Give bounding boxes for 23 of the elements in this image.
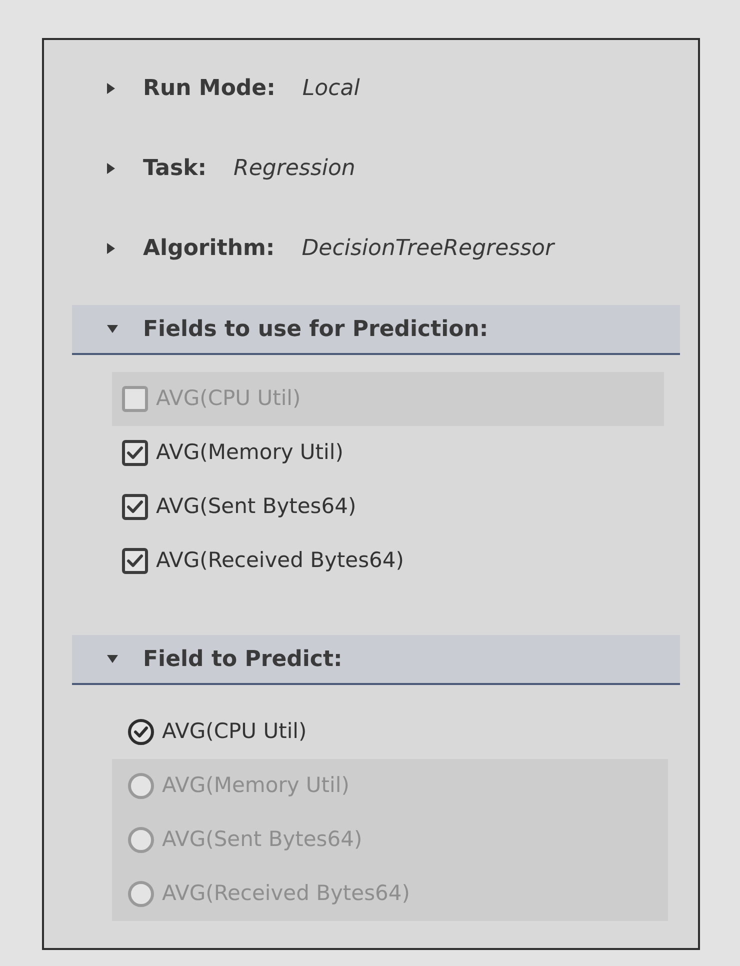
option-label[interactable]: AVG(Memory Util): [156, 437, 344, 469]
caret-icon[interactable]: [107, 325, 118, 333]
checkbox[interactable]: [122, 440, 148, 466]
section-header[interactable]: Field to Predict:: [72, 635, 680, 685]
option-label[interactable]: AVG(CPU Util): [162, 716, 307, 748]
option-label[interactable]: AVG(Sent Bytes64): [156, 491, 356, 523]
checkbox[interactable]: [122, 548, 148, 574]
section-title: Field to Predict:: [143, 646, 342, 674]
radio-button[interactable]: [128, 719, 154, 745]
caret-icon[interactable]: [107, 242, 115, 254]
section-title: Fields to use for Prediction:: [143, 316, 488, 344]
setting-label: Run Mode:: [143, 74, 276, 102]
setting-value: DecisionTreeRegressor: [302, 234, 554, 262]
section-header[interactable]: Fields to use for Prediction:: [72, 305, 680, 355]
setting-label: Task:: [143, 154, 207, 182]
setting-label: Algorithm:: [143, 234, 275, 262]
caret-icon[interactable]: [107, 82, 115, 94]
setting-value: Local: [302, 74, 360, 102]
caret-icon[interactable]: [107, 655, 118, 663]
setting-value: Regression: [234, 154, 356, 182]
caret-icon[interactable]: [107, 162, 115, 174]
checkbox[interactable]: [122, 494, 148, 520]
option-label[interactable]: AVG(Received Bytes64): [156, 545, 404, 577]
